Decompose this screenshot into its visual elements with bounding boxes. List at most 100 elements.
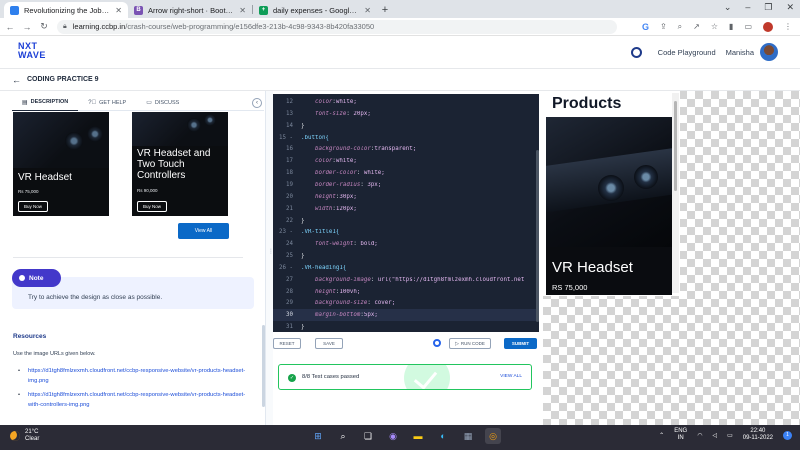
forward-arrow-icon[interactable]: → [20,22,34,32]
chevron-down-icon[interactable]: ⌄ [724,2,732,13]
star-icon[interactable]: ☆ [711,22,718,31]
close-icon[interactable]: ✕ [115,6,122,15]
code-text[interactable]: width:120px; [293,206,357,212]
task-view-icon[interactable]: ❏ [360,428,376,444]
code-text[interactable]: .button{ [293,135,329,141]
google-icon[interactable]: G [642,22,649,32]
scrollbar[interactable] [262,325,265,407]
browser-tab-2[interactable]: + daily expenses - Google Sheets ✕ [253,2,377,18]
reload-icon[interactable]: ↻ [37,21,51,32]
code-line[interactable]: 15 - .button{ [273,132,539,144]
code-text[interactable]: color:white; [293,158,357,164]
back-arrow-icon[interactable]: ← [12,75,21,85]
code-line[interactable]: 20 height:30px; [273,191,539,203]
code-text[interactable]: border-radius: 3px; [293,182,381,188]
code-line[interactable]: 17 color:white; [273,155,539,167]
code-playground-link[interactable]: Code Playground [658,48,716,57]
code-text[interactable]: .VR-heading1{ [293,265,346,271]
code-text[interactable]: background-color:transparent; [293,146,416,152]
code-line[interactable]: 30 margin-bottom:5px; [273,309,539,322]
code-text[interactable]: margin-bottom:5px; [293,312,378,318]
wifi-icon[interactable]: ◠ [697,432,702,439]
browser-tab-0[interactable]: Revolutionizing the Job Market | ✕ [4,2,128,18]
buy-now-button[interactable]: Buy Now [18,201,49,212]
close-window-icon[interactable]: ✕ [786,2,794,13]
weather-widget[interactable]: 21°C Clear [10,429,39,443]
user-name[interactable]: Manisha [726,48,754,57]
store-icon[interactable]: ▦ [460,428,476,444]
avatar[interactable] [760,43,778,61]
code-line[interactable]: 21 width:120px; [273,203,539,215]
restore-icon[interactable]: ❐ [764,2,772,13]
kebab-menu-icon[interactable]: ⋮ [784,22,792,31]
code-text[interactable]: color:white; [293,99,357,105]
scrollbar-thumb[interactable] [674,101,677,191]
file-explorer-icon[interactable]: ▬ [410,428,426,444]
code-line[interactable]: 23 - .VR-title1{ [273,226,539,238]
resource-link[interactable]: https://d1tgh8fmlzexmh.cloudfront.net/cc… [28,366,248,386]
chrome-icon[interactable]: ◎ [485,428,501,444]
code-line[interactable]: 26 - .VR-heading1{ [273,262,539,274]
code-line[interactable]: 12 color:white; [273,96,539,108]
code-text[interactable]: border-color: white; [293,170,385,176]
code-line[interactable]: 19 border-radius: 3px; [273,179,539,191]
close-icon[interactable]: ✕ [364,6,371,15]
code-text[interactable]: } [293,123,305,129]
code-line[interactable]: 24 font-weight: bold; [273,238,539,250]
code-text[interactable]: } [293,218,305,224]
new-tab-button[interactable]: + [377,2,393,18]
view-all-results-link[interactable]: VIEW ALL [500,374,522,379]
code-text[interactable]: font-size: 20px; [293,111,371,117]
close-icon[interactable]: ✕ [239,6,246,15]
output-scrollbar[interactable] [672,93,679,293]
collapse-panel-button[interactable]: ‹ [252,97,262,108]
code-text[interactable]: background-size: cover; [293,300,395,306]
output-preview[interactable]: Products VR Headset RS 75,000 [543,91,800,425]
gear-icon[interactable] [433,339,441,347]
lock-icon[interactable]: 🔒︎ [63,23,67,31]
code-text[interactable]: height:100vh; [293,289,360,295]
code-line[interactable]: 31} [273,321,539,332]
url-input[interactable]: 🔒︎ learning.ccbp.in/crash-course/web-pro… [57,19,617,34]
code-line[interactable]: 18 border-color: white; [273,167,539,179]
zoom-icon[interactable]: ⌕ [678,22,682,32]
back-arrow-icon[interactable]: ← [3,22,17,32]
extensions-icon[interactable]: ▭ [744,22,752,31]
view-all-button[interactable]: View All [178,223,229,239]
teams-chat-icon[interactable]: ◉ [385,428,401,444]
chevron-up-icon[interactable]: ⌃ [659,432,664,439]
code-line[interactable]: 29 background-size: cover; [273,297,539,309]
code-text[interactable]: .VR-title1{ [293,229,339,235]
code-line[interactable]: 13 font-size: 20px; [273,108,539,120]
run-code-button[interactable]: ▷ RUN CODE [449,338,491,349]
browser-tab-1[interactable]: B Arrow right-short · Bootstrap Icons ✕ [128,2,252,18]
buy-now-button[interactable]: Buy Now [137,201,168,212]
code-text[interactable]: } [293,324,305,330]
code-text[interactable]: background-image: url("https://d1tgh8fml… [293,277,524,283]
editor-scrollbar[interactable] [536,150,539,322]
reset-button[interactable]: RESET [273,338,301,349]
clock[interactable]: 22:40 09-11-2022 [743,428,773,442]
code-line[interactable]: 22} [273,215,539,227]
submit-button[interactable]: SUBMIT [504,338,537,349]
code-text[interactable]: height:30px; [293,194,357,200]
profile-avatar[interactable] [763,21,773,32]
notification-badge[interactable]: 1 [783,430,792,440]
resource-link[interactable]: https://d1tgh8fmlzexmh.cloudfront.net/cc… [28,390,248,410]
code-line[interactable]: 14} [273,120,539,132]
code-line[interactable]: 16 background-color:transparent; [273,143,539,155]
tab-discuss[interactable]: ▭ DISCUSS [136,95,189,111]
tab-description[interactable]: ▤ DESCRIPTION [12,95,79,111]
code-text[interactable]: font-weight: bold; [293,241,378,247]
code-line[interactable]: 25} [273,250,539,262]
share-icon[interactable]: ⇪ [660,22,667,31]
volume-icon[interactable]: ◁ [712,432,717,439]
code-line[interactable]: 28 height:100vh; [273,286,539,298]
language-indicator[interactable]: ENG IN [674,428,687,442]
search-icon[interactable]: ⌕ [335,428,351,444]
share-arrow-icon[interactable]: ↗ [693,22,700,31]
minimize-icon[interactable]: – [745,2,750,13]
nxtwave-logo[interactable]: NXT WAVE [18,42,46,60]
edge-icon[interactable]: ◐ [435,428,451,444]
code-text[interactable]: } [293,253,305,259]
